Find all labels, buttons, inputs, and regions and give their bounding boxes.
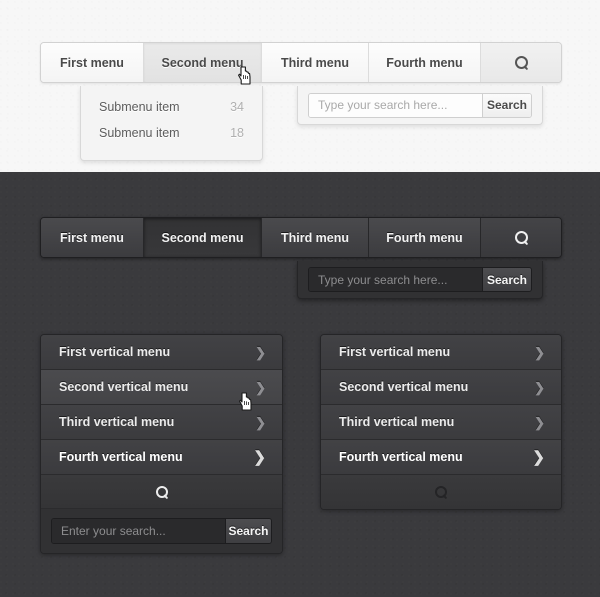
vertical-menu-right-label-third: Third vertical menu	[339, 415, 454, 429]
vertical-menu-left-label-fourth: Fourth vertical menu	[59, 450, 183, 464]
dark-menu-item-third[interactable]: Third menu	[262, 218, 369, 257]
vertical-menu-left-search-input[interactable]	[52, 519, 225, 543]
light-menu-label-third: Third menu	[281, 56, 349, 70]
light-menu-label-first: First menu	[60, 56, 124, 70]
search-icon	[156, 486, 168, 498]
vertical-menu-right-search-row[interactable]	[321, 475, 561, 509]
dark-menu-label-second: Second menu	[162, 231, 244, 245]
vertical-menu-left-item-second[interactable]: Second vertical menu ❯	[41, 370, 282, 405]
vertical-menu-right-item-fourth[interactable]: Fourth vertical menu ❯	[321, 440, 561, 475]
light-menu-label-fourth: Fourth menu	[386, 56, 462, 70]
search-icon	[435, 486, 447, 498]
light-menu-label-second: Second menu	[162, 56, 244, 70]
light-submenu-count: 18	[230, 126, 244, 140]
vertical-menu-left: First vertical menu ❯ Second vertical me…	[40, 334, 283, 554]
light-menu-item-third[interactable]: Third menu	[262, 43, 369, 82]
vertical-menu-right-label-second: Second vertical menu	[339, 380, 468, 394]
chevron-right-icon: ❯	[255, 381, 266, 394]
dark-search-button[interactable]: Search	[482, 268, 531, 291]
chevron-right-icon: ❯	[532, 450, 545, 465]
vertical-menu-left-label-first: First vertical menu	[59, 345, 170, 359]
dark-horizontal-menu: First menu Second menu Third menu Fourth…	[40, 217, 562, 258]
dark-search-group: Search	[308, 267, 532, 292]
dark-menu-label-third: Third menu	[281, 231, 349, 245]
light-menu-item-fourth[interactable]: Fourth menu	[369, 43, 481, 82]
search-icon	[515, 56, 528, 69]
light-search-button[interactable]: Search	[482, 94, 531, 117]
light-search-panel: Search	[297, 86, 543, 125]
vertical-menu-right-item-third[interactable]: Third vertical menu ❯	[321, 405, 561, 440]
vertical-menu-left-search-row[interactable]	[41, 475, 282, 509]
vertical-menu-right-item-second[interactable]: Second vertical menu ❯	[321, 370, 561, 405]
chevron-right-icon: ❯	[255, 346, 266, 359]
dark-search-input[interactable]	[309, 268, 482, 291]
chevron-right-icon: ❯	[255, 416, 266, 429]
search-icon	[515, 231, 528, 244]
dark-menu-item-second[interactable]: Second menu	[144, 218, 262, 257]
vertical-menu-right-label-first: First vertical menu	[339, 345, 450, 359]
vertical-menu-left-item-third[interactable]: Third vertical menu ❯	[41, 405, 282, 440]
light-submenu-label: Submenu item	[99, 126, 180, 140]
chevron-right-icon: ❯	[534, 346, 545, 359]
light-menu-item-first[interactable]: First menu	[41, 43, 144, 82]
light-submenu-count: 34	[230, 100, 244, 114]
dark-menu-label-fourth: Fourth menu	[386, 231, 462, 245]
vertical-menu-left-item-fourth[interactable]: Fourth vertical menu ❯	[41, 440, 282, 475]
vertical-menu-left-search-group: Search	[51, 518, 272, 544]
vertical-menu-left-search-form: Search	[41, 509, 282, 553]
chevron-right-icon: ❯	[534, 416, 545, 429]
dark-search-panel: Search	[297, 261, 543, 299]
chevron-right-icon: ❯	[534, 381, 545, 394]
dark-menu-item-search[interactable]	[481, 218, 561, 257]
vertical-menu-left-label-third: Third vertical menu	[59, 415, 174, 429]
dark-menu-label-first: First menu	[60, 231, 124, 245]
vertical-menu-left-search-button[interactable]: Search	[225, 519, 271, 543]
light-theme-section: First menu Second menu Third menu Fourth…	[0, 0, 600, 172]
vertical-menu-right-item-first[interactable]: First vertical menu ❯	[321, 335, 561, 370]
light-submenu-panel: Submenu item 34 Submenu item 18	[80, 86, 263, 161]
vertical-menu-right: First vertical menu ❯ Second vertical me…	[320, 334, 562, 510]
light-search-input[interactable]	[309, 94, 482, 117]
light-submenu-item[interactable]: Submenu item 34	[81, 94, 262, 120]
chevron-right-icon: ❯	[253, 450, 266, 465]
dark-menu-item-fourth[interactable]: Fourth menu	[369, 218, 481, 257]
light-search-group: Search	[308, 93, 532, 118]
light-horizontal-menu: First menu Second menu Third menu Fourth…	[40, 42, 562, 83]
dark-menu-item-first[interactable]: First menu	[41, 218, 144, 257]
light-menu-item-search[interactable]	[481, 43, 561, 82]
light-submenu-item[interactable]: Submenu item 18	[81, 120, 262, 146]
light-submenu-label: Submenu item	[99, 100, 180, 114]
light-menu-item-second[interactable]: Second menu	[144, 43, 262, 82]
vertical-menu-left-item-first[interactable]: First vertical menu ❯	[41, 335, 282, 370]
vertical-menu-left-label-second: Second vertical menu	[59, 380, 188, 394]
vertical-menu-right-label-fourth: Fourth vertical menu	[339, 450, 463, 464]
